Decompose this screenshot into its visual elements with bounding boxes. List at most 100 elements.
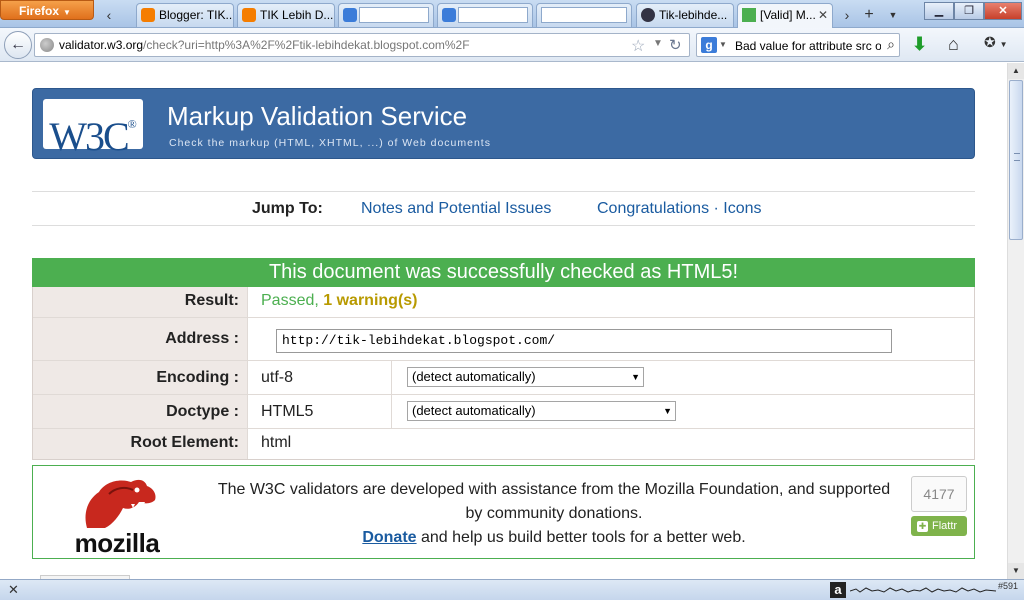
bookmarks-menu-button[interactable]: ✪ ▼ [984,34,1018,56]
search-input[interactable]: Bad value for attribute src o [735,39,881,53]
chevron-down-icon: ▼ [631,372,640,382]
w3c-logo-text: W3C [49,114,129,159]
root-element-label: Root Element: [33,429,248,459]
tab-valid-markup[interactable]: [Valid] M... ✕ [737,3,833,28]
validator-banner: W3C® Markup Validation Service Check the… [32,88,975,159]
google-icon [442,8,456,22]
sponsor-text: The W3C validators are developed with as… [209,478,899,550]
jump-link-notes[interactable]: Notes and Potential Issues [361,200,551,218]
vertical-scrollbar[interactable]: ▲ ▼ [1007,63,1024,579]
new-tab-icon[interactable]: + [860,4,878,26]
tab-list-icon[interactable]: ▼ [884,4,902,26]
url-bar[interactable]: validator.w3.org/check?uri=http%3A%2F%2F… [34,33,690,57]
site-icon [641,8,655,22]
chevron-down-icon: ▼ [63,8,71,17]
tab-bar: Firefox ▼ ‹ Blogger: TIK... TIK Lebih D..… [0,0,1024,28]
url-path: /check?uri=http%3A%2F%2Ftik-lebihdekat.b… [143,38,470,52]
search-bar[interactable]: g ▼ Bad value for attribute src o ⌕ [696,33,900,57]
grip-icon [1014,153,1020,161]
scrollbar-thumb[interactable] [1009,80,1023,240]
window-close-button[interactable]: ✕ [984,2,1022,20]
tab-google-2[interactable] [437,3,533,27]
search-icon[interactable]: ⌕ [887,36,895,53]
scroll-up-icon[interactable]: ▲ [1008,63,1024,79]
globe-icon [40,38,54,52]
home-icon[interactable]: ⌂ [948,34,959,55]
result-heading: This document was successfully checked a… [32,258,975,287]
doctype-select[interactable]: (detect automatically) ▼ [407,401,676,421]
address-label: Address : [33,318,248,360]
encoding-row: Encoding : utf-8 (detect automatically) ▼ [33,361,974,395]
column-divider [391,395,392,428]
close-tab-icon[interactable]: ✕ [818,4,828,26]
navigation-bar: ← validator.w3.org/check?uri=http%3A%2F%… [0,28,1024,62]
blogger-icon [141,8,155,22]
url-text: validator.w3.org/check?uri=http%3A%2F%2F… [59,38,470,52]
reload-icon[interactable]: ↻ [669,36,682,54]
encoding-select[interactable]: (detect automatically) ▼ [407,367,644,387]
donate-text: and help us build better tools for a bet… [416,529,746,546]
tab-blogger[interactable]: Blogger: TIK... [136,3,234,27]
tab-scroll-right-icon[interactable]: › [838,4,856,26]
column-divider [391,361,392,394]
mozilla-wordmark: mozilla [74,528,160,558]
sponsor-text-line: The W3C validators are developed with as… [217,481,891,522]
tab-blank-field [359,7,429,23]
tab-label: Blogger: TIK... [159,8,234,22]
tab-label: [Valid] M... [760,8,816,22]
page-subtitle: Check the markup (HTML, XHTML, ...) of W… [169,137,491,149]
back-button[interactable]: ← [4,31,32,59]
tab-tik-lebih[interactable]: TIK Lebih D... [237,3,335,27]
root-element-row: Root Element: html [33,429,974,459]
chevron-down-icon[interactable]: ▼ [719,40,727,49]
donate-link[interactable]: Donate [362,529,416,546]
flattr-count: 4177 [911,476,967,512]
firefox-menu-button[interactable]: Firefox ▼ [0,0,94,20]
mozilla-sponsor-box: mozilla The W3C validators are developed… [32,465,975,559]
tab-scroll-left-icon[interactable]: ‹ [100,4,118,26]
jump-to-label: Jump To: [252,200,323,217]
blogger-icon [242,8,256,22]
address-row: Address : http://tik-lebihdekat.blogspot… [33,318,974,361]
url-host: validator.w3.org [59,38,144,52]
firefox-menu-label: Firefox [19,4,60,18]
mozilla-dinosaur-icon [85,479,156,528]
encoding-label: Encoding : [33,361,248,394]
result-row: Result: Passed, 1 warning(s) [33,287,974,318]
jump-to-nav: Jump To: Notes and Potential Issues Cong… [32,191,975,226]
flattr-button[interactable]: ✚ Flattr [911,516,967,536]
tab-blank[interactable] [536,3,632,27]
tab-blank-field [541,7,627,23]
doctype-row: Doctype : HTML5 (detect automatically) ▼ [33,395,974,429]
addon-bar: ✕ a #591 [0,579,1024,600]
doctype-select-value: (detect automatically) [412,403,536,418]
jump-link-congratulations[interactable]: Congratulations · Icons [597,200,762,218]
encoding-select-value: (detect automatically) [412,369,536,384]
mozilla-logo[interactable]: mozilla [65,474,169,558]
tab-blank-field [458,7,528,23]
addon-icon[interactable]: a [830,582,846,598]
result-table: Result: Passed, 1 warning(s) Address : h… [32,287,975,460]
minimize-button[interactable]: ▁ [924,2,954,20]
w3c-logo[interactable]: W3C® [43,99,143,159]
tab-tik-lebihdekat[interactable]: Tik-lebihde... [636,3,734,27]
activity-graph-icon [850,587,996,593]
flattr-icon: ✚ [917,521,928,532]
tab-google-1[interactable] [338,3,434,27]
url-history-dropdown-icon[interactable]: ▼ [653,38,663,49]
download-icon[interactable]: ⬇ [912,34,927,55]
scroll-down-icon[interactable]: ▼ [1008,563,1024,579]
close-icon[interactable]: ✕ [8,582,19,598]
google-icon[interactable]: g [701,37,717,53]
restore-button[interactable]: ❐ [954,2,984,20]
result-value: Passed, 1 warning(s) [261,287,418,315]
result-warnings: 1 warning(s) [323,292,418,309]
w3c-valid-icon [742,8,756,22]
addon-counter: #591 [998,581,1019,591]
root-element-value: html [261,434,292,451]
encoding-value: utf-8 [261,369,294,386]
address-field[interactable]: http://tik-lebihdekat.blogspot.com/ [276,329,892,353]
flattr-label: Flattr [932,520,958,532]
page-title[interactable]: Markup Validation Service [167,101,467,132]
bookmark-star-icon[interactable]: ☆ [631,36,645,56]
